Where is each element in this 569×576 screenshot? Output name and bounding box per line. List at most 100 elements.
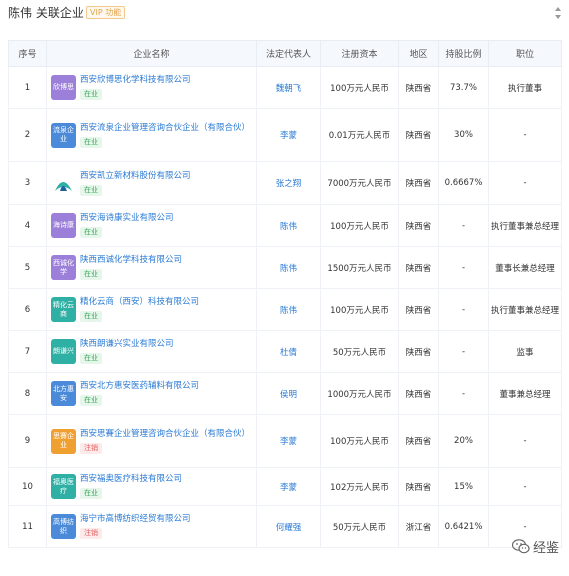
position: - [488, 161, 562, 205]
registered-capital: 50万元人民币 [320, 330, 399, 373]
legal-rep-link[interactable]: 陈伟 [280, 264, 297, 274]
share-ratio: 15% [438, 467, 489, 506]
registered-capital: 100万元人民币 [320, 414, 399, 468]
table-row[interactable]: 4 海诗康 西安海诗康实业有限公司 在业 陈伟 100万元人民币 陕西省 - 执行董事兼总经理 [8, 204, 562, 247]
company-name-link[interactable]: 西安流泉企业管理咨询合伙企业（有限合伙） [80, 123, 250, 134]
table-row[interactable]: 6 精化云商 精化云商（西安）科技有限公司 在业 陈伟 100万元人民币 陕西省 - 执行董事兼… [8, 288, 562, 331]
registered-capital: 1500万元人民币 [320, 246, 399, 289]
region: 陕西省 [398, 66, 439, 109]
company-logo: 海诗康 [51, 213, 76, 238]
company-logo: 精化云商 [51, 297, 76, 322]
table-row[interactable]: 9 思賽企业 西安思賽企业管理咨询合伙企业（有限合伙） 注销 李蒙 100万元人民币 陕西省… [8, 414, 562, 468]
company-logo: 思賽企业 [51, 428, 76, 454]
table-row[interactable]: 1 欣博思 西安欣博思化学科技有限公司 在业 魏朝飞 100万元人民币 陕西省 73.7% 执行… [8, 66, 562, 109]
registered-capital: 1000万元人民币 [320, 372, 399, 415]
table-row[interactable]: 3 西安凯立新材料股份有限公司 在业 张之翔 7000万元人民币 陕西省 0.6667% - [8, 161, 562, 205]
share-ratio: 20% [438, 414, 489, 468]
registered-capital: 50万元人民币 [320, 505, 399, 548]
status-badge: 在业 [80, 184, 102, 196]
status-badge: 在业 [80, 353, 102, 364]
legal-rep-link[interactable]: 李蒙 [280, 483, 297, 493]
status-badge: 在业 [80, 395, 102, 406]
company-name-link[interactable]: 西安欣博思化学科技有限公司 [80, 75, 191, 86]
col-header-company: 企业名称 [46, 40, 257, 67]
company-logo: 欣博思 [51, 75, 76, 100]
legal-rep-link[interactable]: 陈伟 [280, 306, 297, 316]
position: 董事兼总经理 [488, 372, 562, 415]
legal-rep-link[interactable]: 魏朝飞 [276, 84, 302, 94]
position: - [488, 467, 562, 506]
region: 陕西省 [398, 108, 439, 162]
share-ratio: - [438, 372, 489, 415]
share-ratio: 73.7% [438, 66, 489, 109]
region: 浙江省 [398, 505, 439, 548]
share-ratio: - [438, 288, 489, 331]
share-ratio: 0.6421% [438, 505, 489, 548]
company-name-link[interactable]: 海宁市高博纺织经贸有限公司 [80, 514, 191, 525]
company-cell: 思賽企业 西安思賽企业管理咨询合伙企业（有限合伙） 注销 [47, 428, 256, 454]
position: - [488, 108, 562, 162]
company-name-link[interactable]: 西安凯立新材料股份有限公司 [80, 171, 191, 182]
status-badge: 在业 [80, 227, 102, 238]
company-cell: 海诗康 西安海诗康实业有限公司 在业 [47, 213, 256, 238]
legal-rep-link[interactable]: 何耀强 [276, 523, 302, 533]
region: 陕西省 [398, 246, 439, 289]
position: 执行董事兼总经理 [488, 288, 562, 331]
company-logo: 福奥医疗 [51, 474, 76, 499]
company-cell: 高博纺织 海宁市高博纺织经贸有限公司 注销 [47, 514, 256, 539]
status-badge: 在业 [80, 136, 102, 148]
status-badge: 在业 [80, 269, 102, 280]
registered-capital: 102万元人民币 [320, 467, 399, 506]
page-title: 陈伟 关联企业 [8, 6, 84, 20]
region: 陕西省 [398, 288, 439, 331]
registered-capital: 100万元人民币 [320, 288, 399, 331]
position: 监事 [488, 330, 562, 373]
status-badge: 在业 [80, 488, 102, 499]
scroll-arrows-icon[interactable] [553, 6, 563, 20]
company-name-link[interactable]: 陕西西诚化学科技有限公司 [80, 255, 182, 266]
legal-rep-link[interactable]: 李蒙 [280, 437, 297, 447]
col-header-region: 地区 [398, 40, 439, 67]
share-ratio: - [438, 330, 489, 373]
page-header: 陈伟 关联企业 VIP 功能 [0, 0, 569, 26]
row-number: 6 [8, 288, 47, 331]
table-row[interactable]: 5 西诚化学 陕西西诚化学科技有限公司 在业 陈伟 1500万元人民币 陕西省 - 董事长兼总经… [8, 246, 562, 289]
company-name-link[interactable]: 西安福奥医疗科技有限公司 [80, 474, 182, 485]
company-logo: 流泉企业 [51, 122, 76, 148]
table-header-row: 序号 企业名称 法定代表人 注册资本 地区 持股比例 职位 [8, 40, 562, 67]
watermark-text: 经鉴 [532, 541, 559, 556]
table-row[interactable]: 11 高博纺织 海宁市高博纺织经贸有限公司 注销 何耀强 50万元人民币 浙江省 0.6421… [8, 505, 562, 548]
legal-rep-link[interactable]: 陈伟 [280, 222, 297, 232]
col-header-share: 持股比例 [438, 40, 489, 67]
wechat-icon [511, 539, 530, 554]
company-cell: 福奥医疗 西安福奥医疗科技有限公司 在业 [47, 474, 256, 499]
company-logo: 高博纺织 [51, 514, 76, 539]
vip-badge: VIP 功能 [86, 6, 126, 19]
company-name-link[interactable]: 西安北方惠安医药辅料有限公司 [80, 381, 199, 392]
status-badge: 在业 [80, 89, 102, 100]
table-row[interactable]: 7 朗谦兴 陕西朗谦兴实业有限公司 在业 杜倩 50万元人民币 陕西省 - 监事 [8, 330, 562, 373]
company-name-link[interactable]: 西安海诗康实业有限公司 [80, 213, 174, 224]
company-name-link[interactable]: 陕西朗谦兴实业有限公司 [80, 339, 174, 350]
company-name-link[interactable]: 西安思賽企业管理咨询合伙企业（有限合伙） [80, 429, 250, 440]
table-row[interactable]: 8 北方惠安 西安北方惠安医药辅料有限公司 在业 侯明 1000万元人民币 陕西省 - 董事兼总… [8, 372, 562, 415]
col-header-no: 序号 [8, 40, 47, 67]
table-row[interactable]: 10 福奥医疗 西安福奥医疗科技有限公司 在业 李蒙 102万元人民币 陕西省 15% - [8, 467, 562, 506]
region: 陕西省 [398, 204, 439, 247]
company-logo: 朗谦兴 [51, 339, 76, 364]
company-logo: 西诚化学 [51, 255, 76, 280]
company-name-link[interactable]: 精化云商（西安）科技有限公司 [80, 297, 199, 308]
legal-rep-link[interactable]: 杜倩 [280, 348, 297, 358]
share-ratio: 0.6667% [438, 161, 489, 205]
col-header-rep: 法定代表人 [256, 40, 321, 67]
company-cell: 精化云商 精化云商（西安）科技有限公司 在业 [47, 297, 256, 322]
row-number: 1 [8, 66, 47, 109]
legal-rep-link[interactable]: 张之翔 [276, 179, 302, 189]
legal-rep-link[interactable]: 李蒙 [280, 131, 297, 141]
table-row[interactable]: 2 流泉企业 西安流泉企业管理咨询合伙企业（有限合伙） 在业 李蒙 0.01万元人民币 陕西… [8, 108, 562, 162]
legal-rep-link[interactable]: 侯明 [280, 390, 297, 400]
position: - [488, 414, 562, 468]
row-number: 4 [8, 204, 47, 247]
company-logo: 北方惠安 [51, 381, 76, 406]
company-cell: 流泉企业 西安流泉企业管理咨询合伙企业（有限合伙） 在业 [47, 122, 256, 148]
